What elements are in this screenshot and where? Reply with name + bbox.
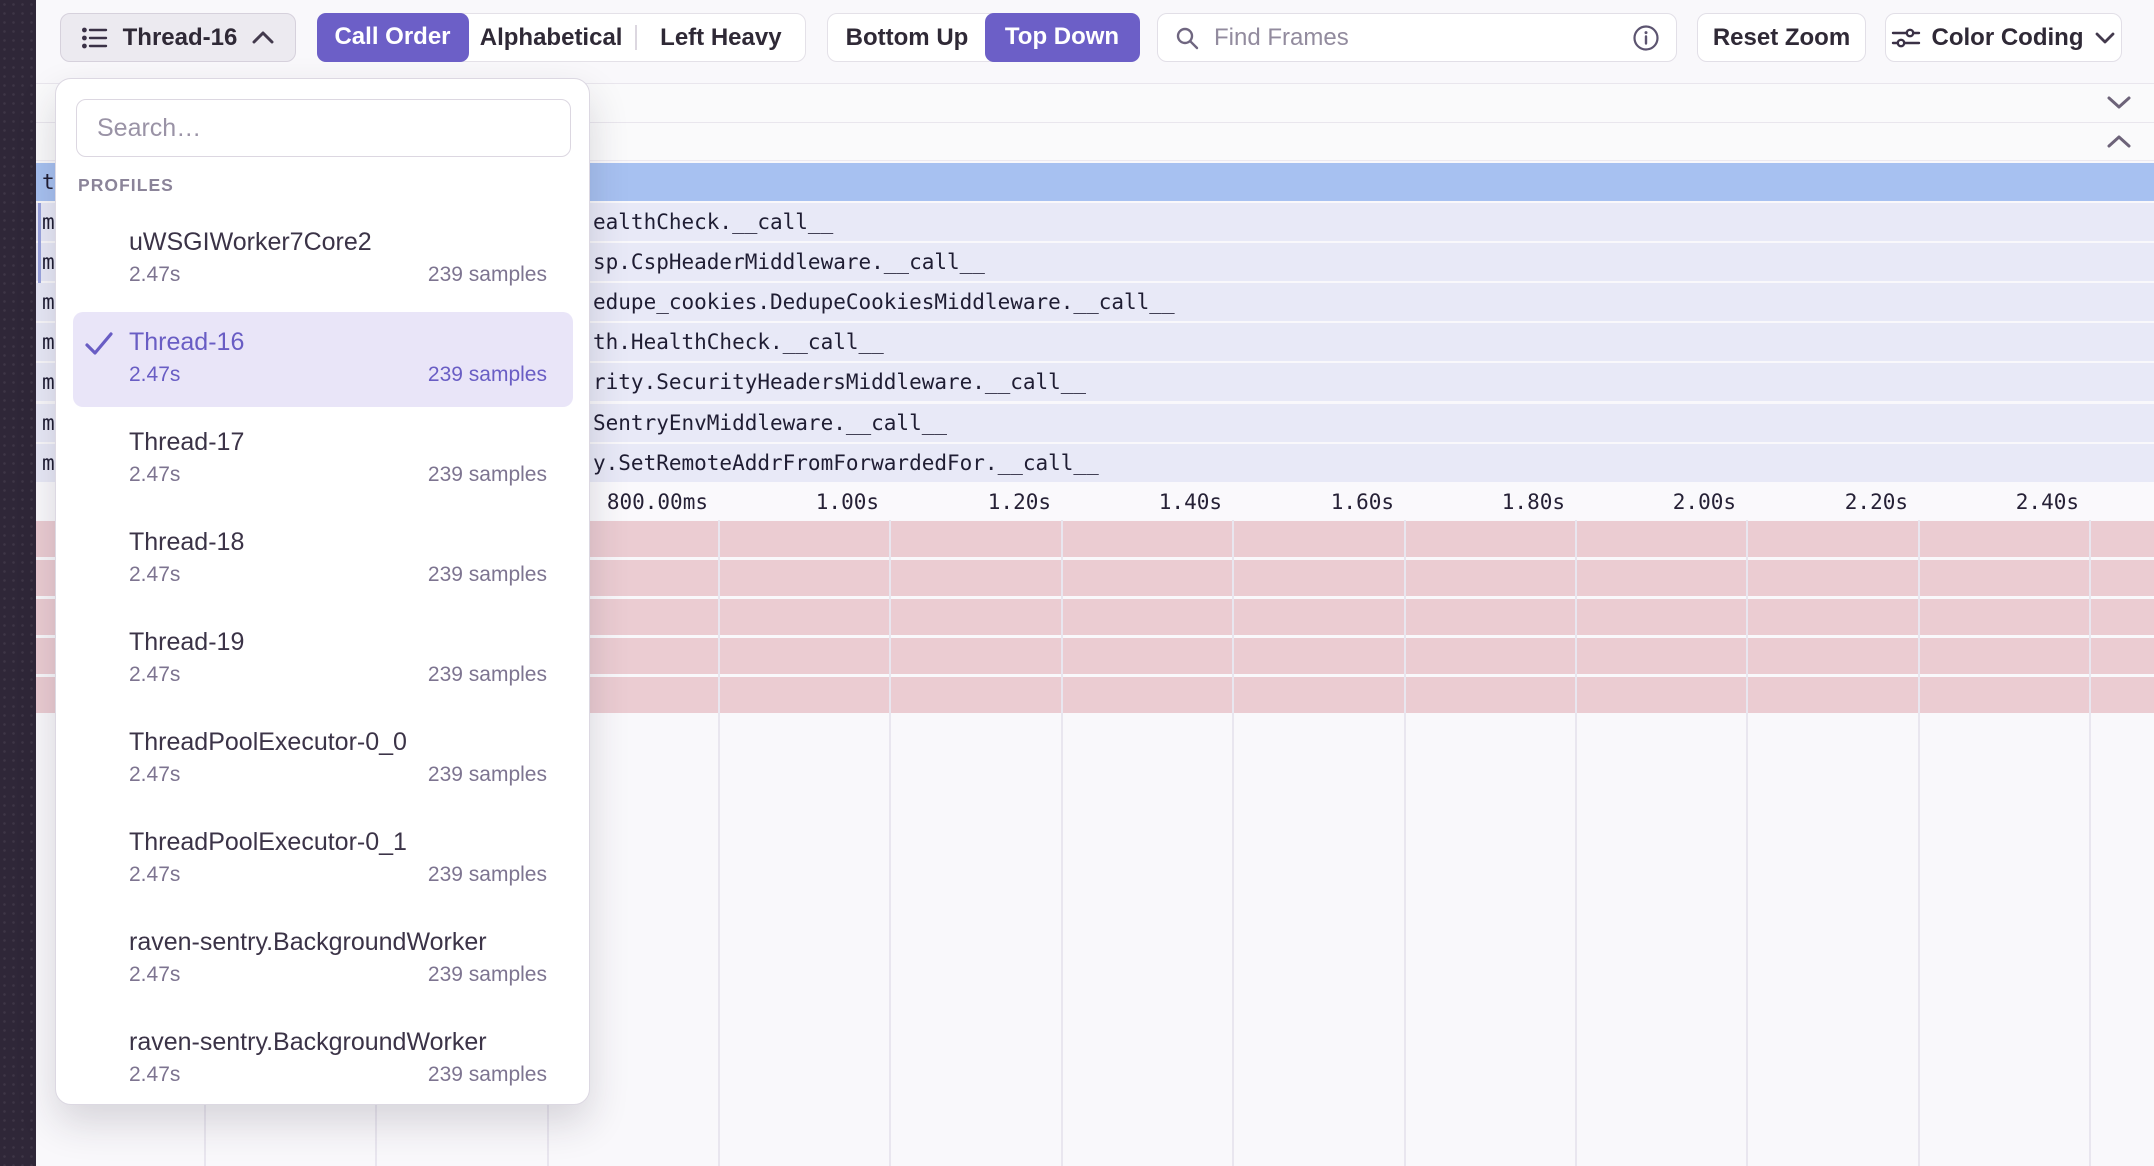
sort-option-left-heavy[interactable]: Left Heavy [637,14,805,61]
reset-zoom-button[interactable]: Reset Zoom [1697,13,1866,62]
frame-text-fragment: m [42,323,55,361]
profile-duration: 2.47s [129,863,180,887]
info-icon[interactable] [1632,24,1660,52]
sort-segmented-control: Call Order Alphabetical Left Heavy [317,13,806,62]
time-gridline [1061,520,1063,1166]
profiles-group-label: PROFILES [78,175,174,196]
chevron-up-icon [251,30,275,45]
profile-item[interactable]: Thread-17 2.47s 239 samples [56,419,591,515]
profile-item-selected[interactable]: Thread-16 2.47s 239 samples [56,319,591,415]
profile-name: Thread-17 [129,427,244,457]
profile-samples: 239 samples [428,463,547,487]
profile-name: ThreadPoolExecutor-0_1 [129,827,407,857]
axis-tick-label: 2.00s [1576,490,1736,514]
frame-text-fragment: m [42,203,55,241]
dropdown-search-input[interactable] [76,99,571,157]
profile-name: Thread-18 [129,527,244,557]
chevron-up-icon[interactable] [2106,133,2132,149]
direction-option-top-down[interactable]: Top Down [985,13,1140,62]
frame-label: ealthCheck.__call__ [593,203,833,241]
frame-label: SentryEnvMiddleware.__call__ [593,404,947,442]
profile-samples: 239 samples [428,263,547,287]
axis-tick-label: 1.40s [1062,490,1222,514]
list-icon [81,25,109,51]
axis-tick-label: 2.20s [1748,490,1908,514]
time-gridline [1575,520,1577,1166]
color-coding-label: Color Coding [1932,24,2084,52]
color-coding-button[interactable]: Color Coding [1885,13,2122,62]
time-gridline [2089,520,2091,1166]
frame-label: sp.CspHeaderMiddleware.__call__ [593,243,985,281]
profile-duration: 2.47s [129,263,180,287]
time-gridline [889,520,891,1166]
profile-duration: 2.47s [129,363,180,387]
profile-samples: 239 samples [428,1063,547,1087]
time-gridline [718,520,720,1166]
chevron-down-icon[interactable] [2106,95,2132,111]
sliders-icon [1891,26,1921,50]
checkmark-icon [84,331,114,357]
profile-name: Thread-19 [129,627,244,657]
profile-samples: 239 samples [428,963,547,987]
axis-tick-label: 2.40s [1919,490,2079,514]
sidebar-strip [0,0,36,1166]
thread-selector-label: Thread-16 [123,24,238,52]
profile-samples: 239 samples [428,363,547,387]
profile-samples: 239 samples [428,863,547,887]
reset-zoom-label: Reset Zoom [1713,24,1850,52]
profile-samples: 239 samples [428,563,547,587]
profile-selector-dropdown: PROFILES uWSGIWorker7Core2 2.47s 239 samp… [55,78,590,1105]
axis-tick-label: 1.60s [1234,490,1394,514]
profile-duration: 2.47s [129,563,180,587]
direction-segmented-control: Bottom Up Top Down [827,13,1139,62]
frame-label: rity.SecurityHeadersMiddleware.__call__ [593,363,1086,401]
frame-text-fragment: m [42,404,55,442]
profile-item[interactable]: ThreadPoolExecutor-0_1 2.47s 239 samples [56,819,591,915]
time-gridline [1232,520,1234,1166]
profile-name: Thread-16 [129,327,244,357]
frame-text-fragment: m [42,243,55,281]
time-gridline [1746,520,1748,1166]
profile-duration: 2.47s [129,663,180,687]
find-frames-field [1157,13,1677,62]
axis-tick-label: 1.20s [891,490,1051,514]
frame-text-fragment: m [42,283,55,321]
axis-tick-label: 1.80s [1405,490,1565,514]
thread-selector-button[interactable]: Thread-16 [60,13,296,62]
profile-duration: 2.47s [129,1063,180,1087]
axis-tick-label: 1.00s [719,490,879,514]
search-icon [1174,25,1200,51]
frame-text-fragment: m [42,363,55,401]
profile-duration: 2.47s [129,963,180,987]
profile-item[interactable]: raven-sentry.BackgroundWorker 2.47s 239 s… [56,1019,591,1115]
profile-samples: 239 samples [428,763,547,787]
profiling-flamegraph-page: t m ealthCheck.__call__ m sp.CspHeaderMi… [0,0,2154,1166]
direction-option-bottom-up[interactable]: Bottom Up [828,14,986,61]
profile-item[interactable]: Thread-19 2.47s 239 samples [56,619,591,715]
time-gridline [1918,520,1920,1166]
profile-item[interactable]: ThreadPoolExecutor-0_0 2.47s 239 samples [56,719,591,815]
frame-label: edupe_cookies.DedupeCookiesMiddleware.__… [593,283,1175,321]
frame-label: th.HealthCheck.__call__ [593,323,884,361]
profile-name: raven-sentry.BackgroundWorker [129,1027,487,1057]
chevron-down-icon [2094,31,2116,45]
profile-name: ThreadPoolExecutor-0_0 [129,727,407,757]
profile-item[interactable]: uWSGIWorker7Core2 2.47s 239 samples [56,219,591,315]
profile-duration: 2.47s [129,763,180,787]
profile-name: raven-sentry.BackgroundWorker [129,927,487,957]
time-gridline [1404,520,1406,1166]
profile-samples: 239 samples [428,663,547,687]
sort-option-alphabetical[interactable]: Alphabetical [467,14,635,61]
frame-label: y.SetRemoteAddrFromForwardedFor.__call__ [593,444,1099,482]
find-frames-input[interactable] [1212,23,1620,53]
frame-boundary-line [38,203,41,283]
profile-name: uWSGIWorker7Core2 [129,227,372,257]
profile-item[interactable]: raven-sentry.BackgroundWorker 2.47s 239 s… [56,919,591,1015]
sort-option-call-order[interactable]: Call Order [317,13,469,62]
profile-duration: 2.47s [129,463,180,487]
profile-item[interactable]: Thread-18 2.47s 239 samples [56,519,591,615]
frame-text-fragment: t [42,163,55,201]
frame-text-fragment: m [42,444,55,482]
